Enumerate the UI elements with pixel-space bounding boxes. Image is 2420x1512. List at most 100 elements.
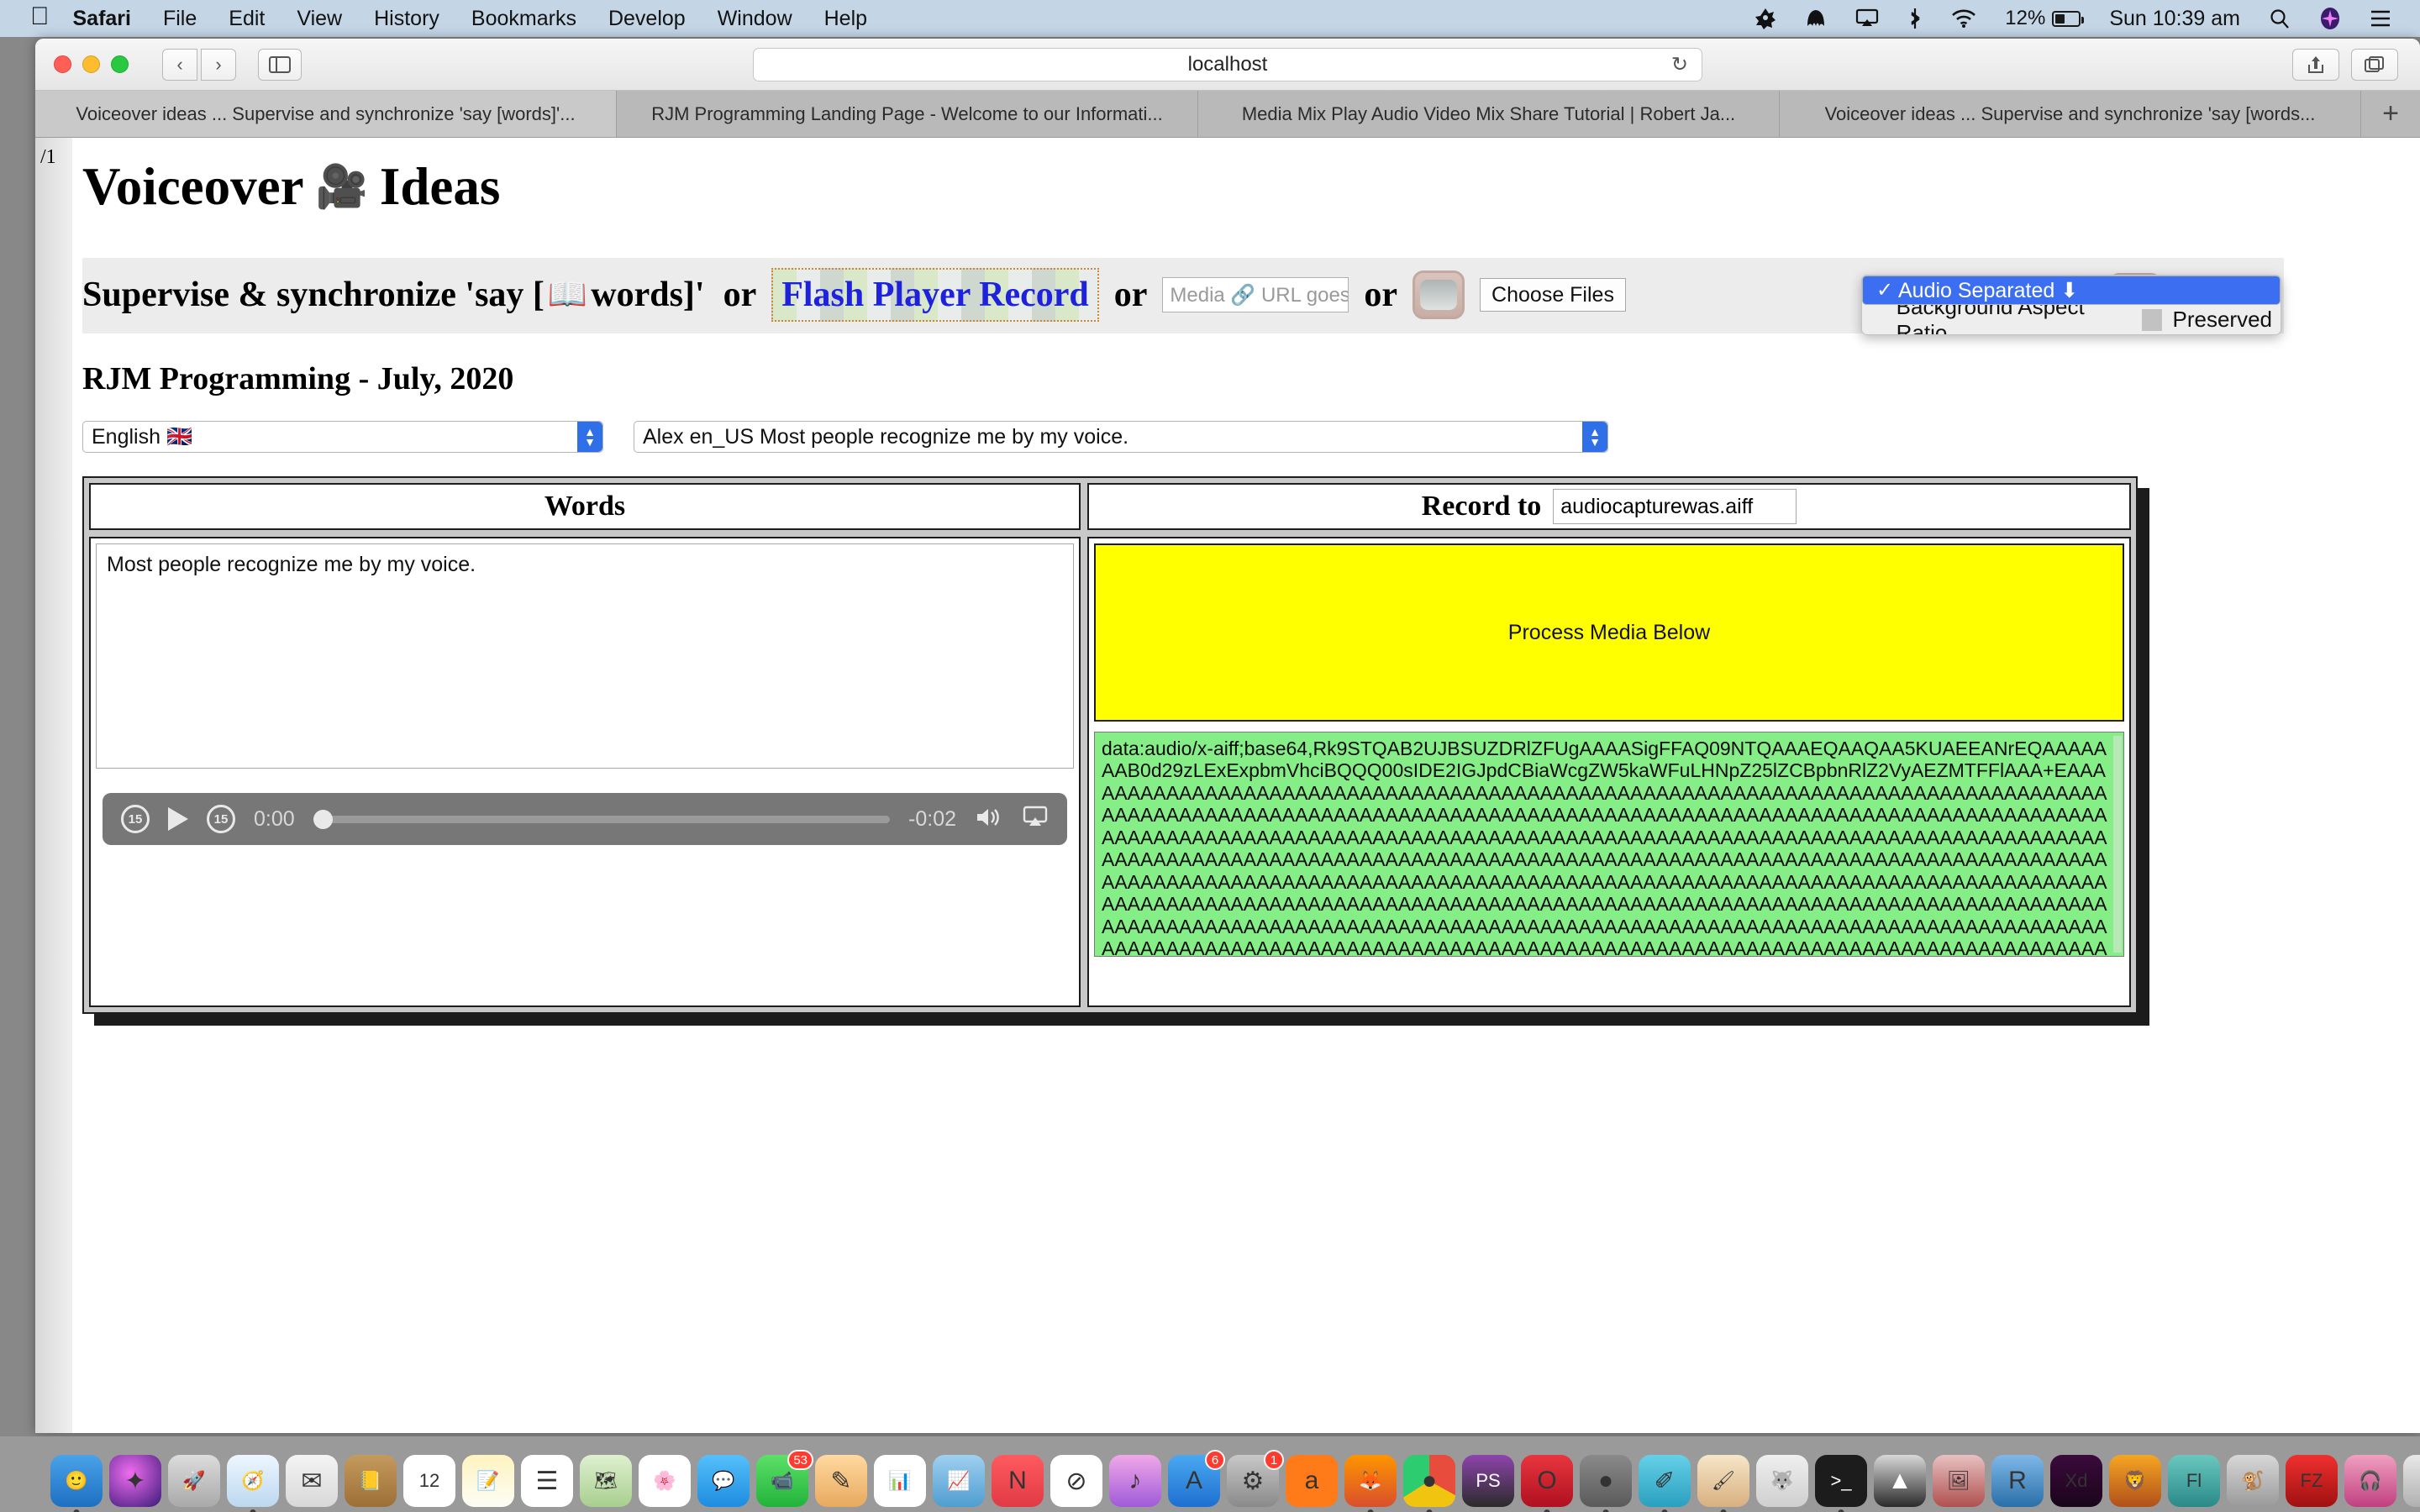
photos-icon[interactable]: 🌸 xyxy=(639,1455,691,1507)
ghost-icon[interactable]: ● xyxy=(1580,1455,1632,1512)
dropdown-item-audio-separated[interactable]: ✓ Audio Separated ⬇ xyxy=(1862,276,2281,305)
keynote-icon[interactable]: 📈 xyxy=(933,1455,985,1507)
notes-icon[interactable]: 📝 xyxy=(462,1455,514,1507)
gimp-icon[interactable]: 🐺 xyxy=(1756,1455,1808,1507)
volume-icon[interactable] xyxy=(975,806,1003,833)
minimize-window-button[interactable] xyxy=(82,55,100,73)
menu-item-file[interactable]: File xyxy=(163,7,197,31)
photos-app-icon[interactable]: 🖼 xyxy=(1933,1455,1985,1507)
voice-select[interactable]: Alex en_US Most people recognize me by m… xyxy=(634,421,1608,453)
reminders-icon[interactable]: ☰ xyxy=(521,1455,573,1507)
back-button[interactable]: ‹ xyxy=(162,48,197,81)
phpstorm-icon[interactable]: PS xyxy=(1462,1455,1514,1507)
reload-icon[interactable]: ↻ xyxy=(1671,52,1688,76)
sidebar-toggle-button[interactable] xyxy=(258,48,302,81)
flash-player-record-link[interactable]: Flash Player Record xyxy=(771,268,1099,322)
battery-status[interactable]: 12% xyxy=(2005,7,2085,30)
playback-scrubber[interactable] xyxy=(313,809,891,829)
media-url-input[interactable]: Media 🔗 URL goes here .. xyxy=(1162,277,1349,312)
tab-overview-button[interactable] xyxy=(2351,48,2398,81)
airplay-icon[interactable] xyxy=(1022,806,1049,833)
maximize-window-button[interactable] xyxy=(111,55,129,73)
xd-icon[interactable]: Xd xyxy=(2050,1455,2102,1507)
maps-icon[interactable]: 🗺 xyxy=(580,1455,632,1507)
news-icon[interactable]: N xyxy=(992,1455,1044,1507)
close-window-button[interactable] xyxy=(54,55,71,73)
finder-icon[interactable]: 🙂 xyxy=(50,1455,103,1512)
chrome-icon[interactable]: ● xyxy=(1403,1455,1455,1512)
paintbrush-icon[interactable]: 🖌 xyxy=(1697,1455,1749,1512)
base64-data-output[interactable]: data:audio/x-aiff;base64,Rk9STQAB2UJBSUZ… xyxy=(1094,732,2124,957)
search-icon[interactable] xyxy=(2269,8,2291,29)
color-swatch[interactable] xyxy=(2141,308,2163,331)
menu-item-help[interactable]: Help xyxy=(824,7,867,31)
skip-back-15-icon[interactable]: 15 xyxy=(121,805,150,833)
no-entry-icon[interactable]: ⊘ xyxy=(1050,1455,1102,1507)
menu-item-window[interactable]: Window xyxy=(718,7,792,31)
tv-media-icon[interactable] xyxy=(1413,270,1465,319)
browser-tab-3[interactable]: Media Mix Play Audio Video Mix Share Tut… xyxy=(1198,91,1780,137)
contacts-icon[interactable]: 📒 xyxy=(345,1455,397,1507)
siri-icon[interactable] xyxy=(2319,7,2341,30)
record-filename-input[interactable] xyxy=(1553,489,1797,524)
calendar-icon[interactable]: 12 xyxy=(403,1455,455,1507)
avast-status-icon[interactable] xyxy=(1754,8,1776,29)
malwarebytes-status-icon[interactable] xyxy=(1805,8,1827,29)
font-icon[interactable]: F xyxy=(2403,1455,2420,1507)
facetime-icon[interactable]: 📹 53 xyxy=(756,1450,813,1507)
menu-item-bookmarks[interactable]: Bookmarks xyxy=(471,7,576,31)
choose-files-button[interactable]: Choose Files xyxy=(1480,278,1626,312)
menu-item-edit[interactable]: Edit xyxy=(229,7,265,31)
window-controls[interactable] xyxy=(54,55,129,73)
avast-icon[interactable]: a xyxy=(1286,1455,1338,1507)
clock-label[interactable]: Sun 10:39 am xyxy=(2109,7,2240,31)
wifi-icon[interactable] xyxy=(1951,8,1976,29)
forward-button[interactable]: › xyxy=(201,48,236,81)
notepadpp-icon[interactable]: ✐ xyxy=(1639,1455,1691,1512)
brave-icon[interactable]: 🦁 xyxy=(2109,1455,2161,1507)
new-tab-button[interactable]: + xyxy=(2361,91,2420,137)
firefox-icon[interactable]: 🦊 xyxy=(1344,1455,1397,1512)
airplay-icon[interactable] xyxy=(1855,8,1879,29)
browser-tab-1[interactable]: Voiceover ideas ... Supervise and synchr… xyxy=(35,91,617,137)
bluetooth-icon[interactable] xyxy=(1907,8,1923,29)
terminal-icon[interactable]: >_ xyxy=(1815,1455,1867,1512)
seamonkey-icon[interactable]: 🐒 xyxy=(2227,1455,2279,1507)
address-bar[interactable]: localhost ↻ xyxy=(753,47,1702,81)
words-textarea[interactable] xyxy=(96,543,1074,769)
launchpad-icon[interactable]: 🚀 xyxy=(168,1455,220,1507)
filemaker-icon[interactable]: Fl xyxy=(2168,1455,2220,1507)
siri-icon[interactable]: ✦ xyxy=(109,1455,161,1507)
pages-icon[interactable]: ✎ xyxy=(815,1455,867,1507)
language-select[interactable]: English 🇬🇧 ▲ ▼ xyxy=(82,421,603,453)
messages-icon[interactable]: 💬 xyxy=(697,1455,750,1507)
dropdown-item-background-aspect-ratio[interactable]: Background Aspect Ratio Preserved xyxy=(1862,294,2281,335)
system-preferences-icon[interactable]: ⚙ 1 xyxy=(1227,1450,1284,1507)
apple-menu-icon[interactable]:  xyxy=(30,4,50,29)
itunes-icon[interactable]: ♪ xyxy=(1109,1455,1161,1507)
opera-icon[interactable]: O xyxy=(1521,1455,1573,1512)
audacity-icon[interactable]: 🎧 xyxy=(2344,1455,2396,1507)
safari-icon[interactable]: 🧭 xyxy=(227,1455,279,1512)
play-icon[interactable] xyxy=(168,807,188,831)
tab-bar: Voiceover ideas ... Supervise and synchr… xyxy=(35,91,2420,138)
numbers-icon[interactable]: 📊 xyxy=(874,1455,926,1507)
scrollbar[interactable] xyxy=(2113,736,2122,953)
options-dropdown-menu[interactable]: ✓ Audio Separated ⬇ Background Aspect Ra… xyxy=(1861,275,2281,335)
control-center-icon[interactable] xyxy=(2370,9,2391,28)
inkscape-icon[interactable]: ▲ xyxy=(1874,1455,1926,1507)
reddit-icon[interactable]: R xyxy=(1991,1455,2044,1507)
audio-player[interactable]: 15 15 0:00 -0:02 xyxy=(103,793,1067,845)
browser-tab-2[interactable]: RJM Programming Landing Page - Welcome t… xyxy=(617,91,1198,137)
menu-item-view[interactable]: View xyxy=(297,7,342,31)
filezilla-icon[interactable]: FZ xyxy=(2286,1455,2338,1507)
menu-item-safari[interactable]: Safari xyxy=(73,7,131,31)
browser-tab-4[interactable]: Voiceover ideas ... Supervise and synchr… xyxy=(1780,91,2361,137)
appstore-icon[interactable]: A6 xyxy=(1168,1450,1225,1507)
scrubber-knob[interactable] xyxy=(313,809,333,829)
skip-forward-15-icon[interactable]: 15 xyxy=(207,805,235,833)
menu-item-develop[interactable]: Develop xyxy=(608,7,686,31)
mail-icon[interactable]: ✉ xyxy=(286,1455,338,1507)
menu-item-history[interactable]: History xyxy=(374,7,439,31)
share-button[interactable] xyxy=(2292,48,2339,81)
